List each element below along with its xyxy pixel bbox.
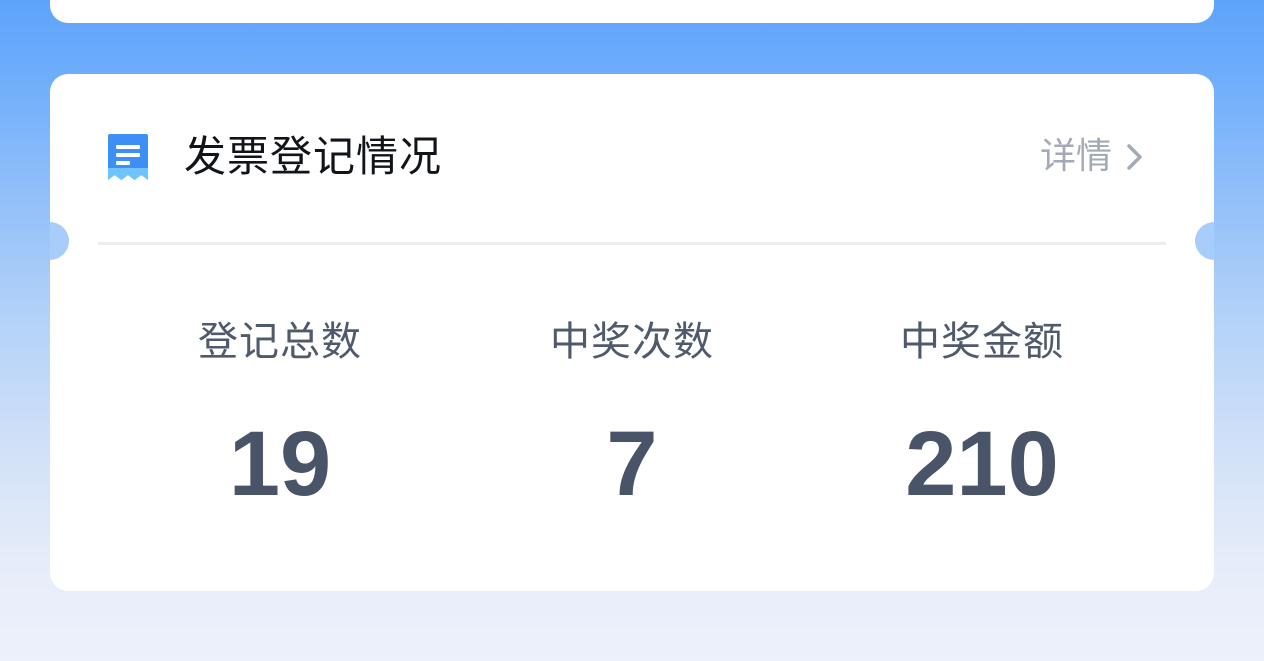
divider xyxy=(98,242,1166,245)
card-title: 发票登记情况 xyxy=(184,132,443,181)
chevron-right-icon xyxy=(1127,144,1142,170)
invoice-receipt-icon xyxy=(108,134,148,180)
ticket-notch-right xyxy=(1195,222,1214,260)
stat-value: 7 xyxy=(606,413,658,515)
invoice-registration-card: 发票登记情况 详情 登记总数 19 中奖次数 7 中奖金额 210 xyxy=(50,74,1214,591)
stat-registration-total: 登记总数 19 xyxy=(130,314,430,514)
details-link[interactable]: 详情 xyxy=(1040,134,1146,180)
stat-label: 中奖次数 xyxy=(550,319,714,365)
stat-label: 中奖金额 xyxy=(900,319,1064,365)
ticket-notch-left xyxy=(50,222,69,260)
stat-value: 19 xyxy=(228,413,332,515)
details-label: 详情 xyxy=(1039,136,1112,177)
stat-win-count: 中奖次数 7 xyxy=(482,314,782,514)
stat-prize-amount: 中奖金额 210 xyxy=(832,314,1132,514)
previous-card-bottom xyxy=(50,0,1214,23)
stat-value: 210 xyxy=(905,413,1059,515)
stat-label: 登记总数 xyxy=(198,319,362,365)
